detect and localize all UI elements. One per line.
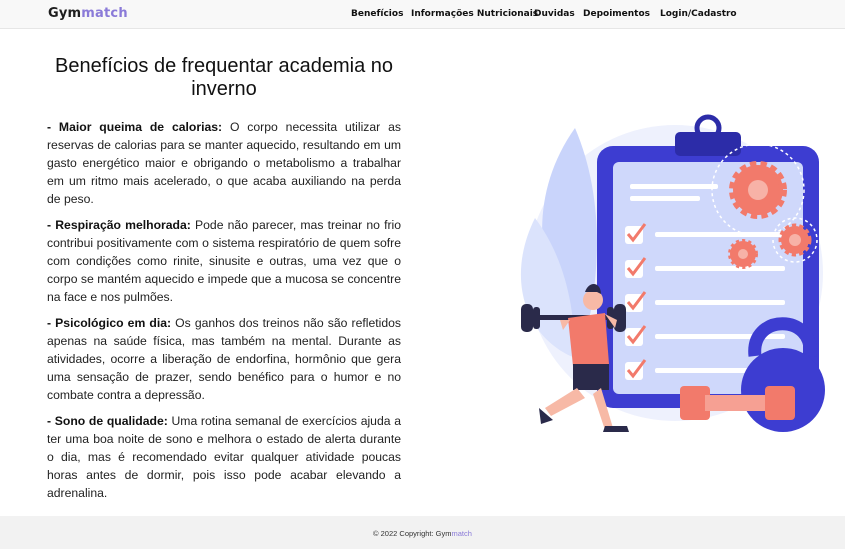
copyright-text: © 2022 Copyright: Gymmatch xyxy=(0,529,845,538)
nav-link-beneficios[interactable]: Benefícios xyxy=(351,9,403,19)
benefit-item: - Respiração melhorada: Pode não parecer… xyxy=(47,216,401,306)
benefit-heading: - Psicológico em dia: xyxy=(47,316,172,330)
benefit-heading: - Respiração melhorada: xyxy=(47,218,191,232)
benefits-list: - Maior queima de calorias: O corpo nece… xyxy=(47,118,401,510)
nav-link-duvidas[interactable]: Duvidas xyxy=(534,9,575,19)
benefit-heading: - Maior queima de calorias: xyxy=(47,120,223,134)
page-title: Benefícios de frequentar academia no inv… xyxy=(55,55,393,100)
benefit-item: - Sono de qualidade: Uma rotina semanal … xyxy=(47,412,401,502)
benefit-item: - Psicológico em dia: Os ganhos dos trei… xyxy=(47,314,401,404)
copyright-brand[interactable]: match xyxy=(452,529,472,538)
footer: © 2022 Copyright: Gymmatch xyxy=(0,516,845,549)
benefit-item: - Maior queima de calorias: O corpo nece… xyxy=(47,118,401,208)
nav-link-informacoes-nutricionais[interactable]: Informações Nutricionais xyxy=(411,9,538,19)
nav-link-login-cadastro[interactable]: Login/Cadastro xyxy=(660,9,737,19)
nav-link-depoimentos[interactable]: Depoimentos xyxy=(583,9,650,19)
gear-icon xyxy=(728,239,758,269)
navbar: Gymmatch Benefícios Informações Nutricio… xyxy=(0,0,845,29)
benefit-heading: - Sono de qualidade: xyxy=(47,414,168,428)
fitness-illustration xyxy=(520,114,825,432)
copyright-label: © 2022 Copyright: Gym xyxy=(373,529,452,538)
nav-menu: Benefícios Informações Nutricionais Duvi… xyxy=(0,9,845,23)
